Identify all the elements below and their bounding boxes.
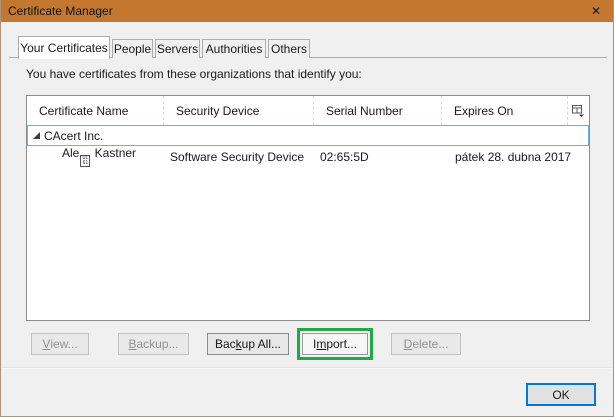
ok-button[interactable]: OK: [526, 383, 596, 406]
column-header-certificate-name[interactable]: Certificate Name: [27, 96, 164, 125]
cell-expires-on: pátek 28. dubna 2017: [442, 150, 568, 164]
column-picker-button[interactable]: [568, 96, 589, 125]
certificates-table: Certificate Name Security Device Serial …: [26, 95, 590, 321]
cert-name-suffix: Kastner: [91, 146, 136, 160]
certificate-manager-dialog: Certificate Manager ✕ Your Certificates …: [0, 0, 614, 417]
tab-authorities[interactable]: Authorities: [202, 39, 266, 58]
import-button[interactable]: Import...: [302, 333, 368, 355]
tab-people[interactable]: People: [112, 39, 153, 58]
table-row-certificate[interactable]: Ale0161 Kastner Software Security Device…: [27, 146, 589, 167]
close-icon[interactable]: ✕: [585, 0, 607, 22]
cert-name-prefix: Ale: [62, 146, 79, 160]
group-certificate-name: CAcert Inc.: [44, 129, 103, 143]
cell-certificate-name: Ale0161 Kastner: [27, 146, 164, 167]
cell-serial-number: 02:65:5D: [314, 150, 442, 164]
import-highlight-box: Import...: [297, 328, 373, 360]
column-header-security-device[interactable]: Security Device: [164, 96, 314, 125]
table-row-cacert-group[interactable]: CAcert Inc.: [27, 125, 589, 146]
instruction-text: You have certificates from these organiz…: [26, 67, 362, 81]
titlebar: Certificate Manager ✕: [1, 0, 613, 22]
delete-button[interactable]: Delete...: [391, 333, 461, 355]
column-header-serial-number[interactable]: Serial Number: [314, 96, 442, 125]
window-title: Certificate Manager: [8, 4, 113, 18]
cell-security-device: Software Security Device: [164, 150, 314, 164]
view-button[interactable]: View...: [31, 333, 89, 355]
tab-your-certificates[interactable]: Your Certificates: [18, 36, 110, 59]
table-header: Certificate Name Security Device Serial …: [27, 96, 589, 125]
missing-glyph-box: 0161: [80, 155, 90, 167]
backup-all-button[interactable]: Backup All...: [207, 333, 289, 355]
column-header-expires-on[interactable]: Expires On: [442, 96, 568, 125]
tab-servers[interactable]: Servers: [155, 39, 200, 58]
column-picker-icon: [572, 105, 585, 117]
backup-button[interactable]: Backup...: [118, 333, 189, 355]
expanded-twisty-icon[interactable]: [33, 132, 40, 139]
tab-others[interactable]: Others: [268, 39, 310, 58]
glyph-hex-bottom: 61: [83, 161, 89, 166]
buttonbox-divider: [1, 367, 614, 369]
